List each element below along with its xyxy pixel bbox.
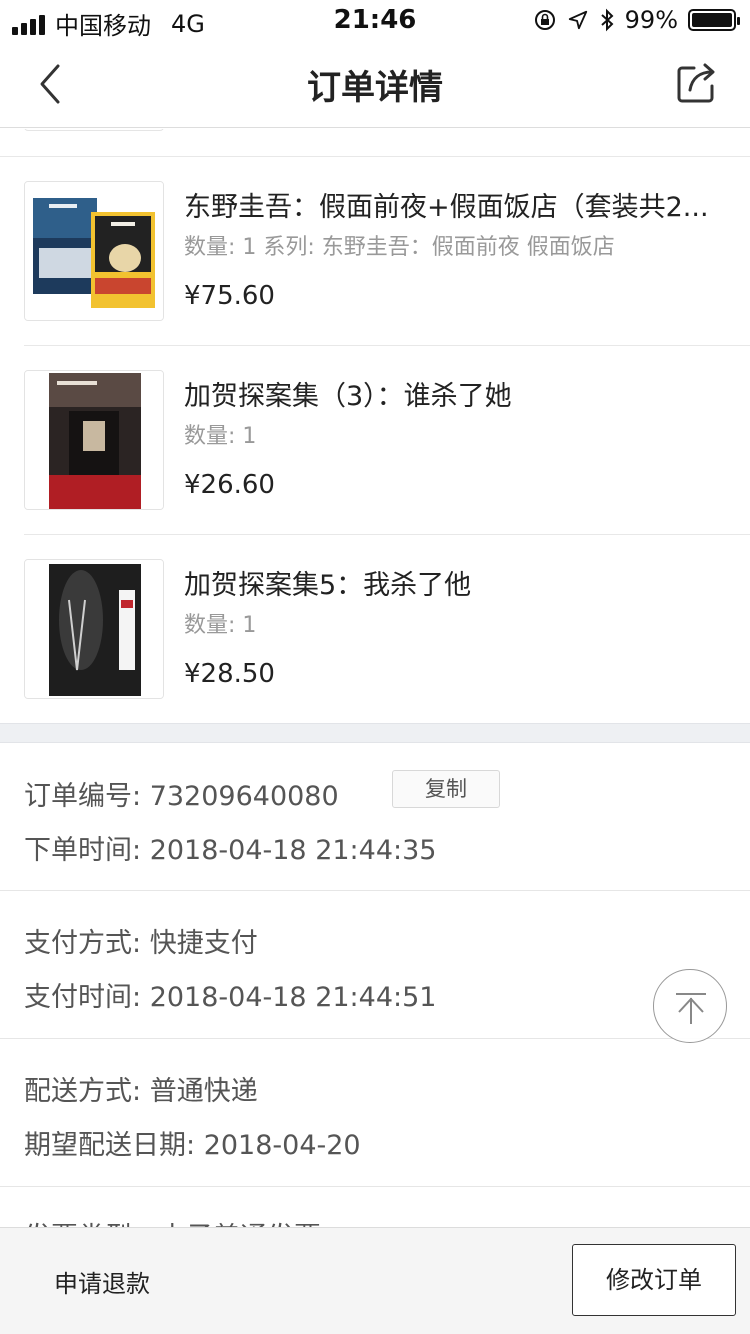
divider — [0, 1186, 750, 1187]
battery-percent: 99% — [624, 6, 678, 34]
payment-method-row: 支付方式: 快捷支付 — [24, 921, 258, 960]
share-button[interactable] — [674, 60, 720, 106]
request-refund-button[interactable]: 申请退款 — [54, 1264, 150, 1299]
payment-time-value: 2018-04-18 21:44:51 — [149, 982, 437, 1013]
back-to-top-button[interactable] — [653, 969, 727, 1043]
payment-method-value: 快捷支付 — [149, 928, 258, 959]
order-time-row: 下单时间: 2018-04-18 21:44:35 — [24, 828, 436, 867]
order-time-label: 下单时间: — [24, 835, 142, 866]
order-time-value: 2018-04-18 21:44:35 — [149, 835, 437, 866]
copy-button[interactable]: 复制 — [392, 770, 500, 808]
delivery-method-label: 配送方式: — [24, 1076, 142, 1107]
book-cover-thumbnail — [24, 370, 164, 510]
arrow-up-icon — [676, 993, 706, 1024]
item-price: ¥26.60 — [184, 470, 275, 500]
item-meta: 数量: 1 系列: 东野圭吾：假面前夜 假面饭店 — [184, 235, 615, 260]
item-title: 东野圭吾：假面前夜+假面饭店（套装共2... — [184, 192, 709, 223]
order-item[interactable]: 东野圭吾：假面前夜+假面饭店（套装共2... 数量: 1 系列: 东野圭吾：假面… — [0, 157, 750, 346]
order-number-label: 订单编号: — [24, 781, 142, 812]
divider — [0, 1038, 750, 1039]
item-price: ¥75.60 — [184, 281, 275, 311]
payment-time-row: 支付时间: 2018-04-18 21:44:51 — [24, 975, 436, 1014]
delivery-date-row: 期望配送日期: 2018-04-20 — [24, 1123, 361, 1162]
order-item[interactable]: 加贺探案集5：我杀了他 数量: 1 ¥28.50 — [0, 535, 750, 724]
share-icon — [677, 63, 715, 103]
item-price: ¥28.50 — [184, 659, 275, 689]
divider — [0, 890, 750, 891]
book-cover-thumbnail — [24, 181, 164, 321]
bluetooth-icon — [600, 8, 614, 32]
location-icon — [568, 10, 587, 30]
status-bar: 中国移动 4G 21:46 99% — [0, 0, 750, 40]
bottom-action-bar: 申请退款 修改订单 — [0, 1227, 750, 1334]
nav-bar: 订单详情 — [0, 40, 750, 128]
battery-icon — [688, 9, 740, 31]
order-content[interactable]: 东野圭吾：假面前夜+假面饭店（套装共2... 数量: 1 系列: 东野圭吾：假面… — [0, 129, 750, 1227]
delivery-method-value: 普通快递 — [149, 1076, 258, 1107]
delivery-date-label: 期望配送日期: — [24, 1130, 196, 1161]
order-number-row: 订单编号: 73209640080 — [24, 774, 339, 813]
item-title: 加贺探案集（3）：谁杀了她 — [184, 381, 512, 412]
delivery-date-value: 2018-04-20 — [203, 1130, 361, 1161]
previous-item-thumbnail — [24, 129, 164, 131]
payment-method-label: 支付方式: — [24, 928, 142, 959]
modify-order-button[interactable]: 修改订单 — [572, 1244, 736, 1316]
section-gap — [0, 723, 750, 743]
order-item[interactable]: 加贺探案集（3）：谁杀了她 数量: 1 ¥26.60 — [0, 346, 750, 535]
book-cover-thumbnail — [24, 559, 164, 699]
item-meta: 数量: 1 — [184, 424, 257, 449]
invoice-type-row: 发票类型：电子普通发票 — [24, 1215, 321, 1227]
item-meta: 数量: 1 — [184, 613, 257, 638]
delivery-method-row: 配送方式: 普通快递 — [24, 1069, 258, 1108]
item-title: 加贺探案集5：我杀了他 — [184, 570, 472, 601]
order-number-value: 73209640080 — [149, 781, 339, 812]
payment-time-label: 支付时间: — [24, 982, 142, 1013]
orientation-lock-icon — [534, 10, 555, 30]
page-title: 订单详情 — [307, 68, 443, 108]
